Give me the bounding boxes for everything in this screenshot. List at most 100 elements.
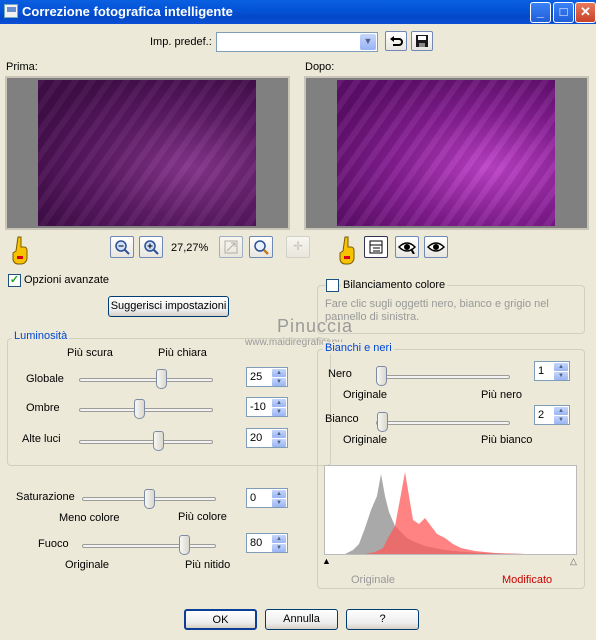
minimize-button[interactable]: _	[530, 2, 551, 23]
pointing-hand-icon[interactable]	[337, 236, 355, 266]
magnifier-plus-icon	[115, 240, 130, 255]
window-title: Correzione fotografica intelligente	[22, 4, 233, 19]
preset-dropdown[interactable]: ▼	[216, 32, 378, 52]
spin-down-icon[interactable]: ▼	[554, 372, 568, 380]
zoom-100-button[interactable]	[249, 236, 273, 258]
saturation-value: 0	[250, 492, 257, 504]
saturation-more-hint: Più colore	[178, 511, 227, 523]
highlights-label: Alte luci	[22, 433, 61, 445]
histogram-modified-label: Modificato	[502, 574, 553, 586]
spin-down-icon[interactable]: ▼	[272, 439, 286, 447]
white-value: 2	[538, 409, 545, 421]
eye-button[interactable]	[424, 236, 448, 258]
blacks-whites-legend: Bianchi e neri	[323, 342, 394, 354]
close-button[interactable]: ✕	[575, 2, 596, 23]
brightness-legend: Luminosità	[12, 330, 70, 342]
black-slider-thumb[interactable]	[376, 366, 387, 386]
before-label: Prima:	[6, 61, 38, 73]
global-slider-track[interactable]	[79, 378, 213, 382]
spin-up-icon[interactable]: ▲	[272, 369, 286, 377]
black-point-marker-icon[interactable]: ▲	[322, 556, 331, 566]
focus-original-hint: Originale	[65, 559, 110, 571]
help-button[interactable]: ?	[346, 609, 419, 630]
maximize-button[interactable]: □	[553, 2, 574, 23]
spin-up-icon[interactable]: ▲	[272, 399, 286, 407]
spin-down-icon[interactable]: ▼	[272, 378, 286, 386]
eye-dropper-button[interactable]	[395, 236, 419, 258]
brightness-lighter-hint: Più chiara	[158, 347, 207, 359]
spin-down-icon[interactable]: ▼	[272, 408, 286, 416]
focus-value: 80	[250, 537, 263, 549]
focus-slider-thumb[interactable]	[179, 535, 190, 555]
pointing-hand-icon[interactable]	[10, 236, 28, 266]
before-preview-image	[38, 80, 256, 226]
color-balance-label: Bilanciamento colore	[341, 279, 448, 291]
global-slider-thumb[interactable]	[156, 369, 167, 389]
undo-arrow-icon	[390, 36, 403, 46]
shadows-label: Ombre	[26, 402, 60, 414]
cancel-button[interactable]: Annulla	[265, 609, 338, 630]
black-original-hint: Originale	[343, 389, 388, 401]
fit-window-icon	[224, 240, 238, 254]
black-slider-track[interactable]	[376, 375, 510, 379]
ok-button[interactable]: OK	[184, 609, 257, 630]
black-more-hint: Più nero	[481, 389, 522, 401]
spin-down-icon[interactable]: ▼	[272, 544, 286, 552]
shadows-slider-thumb[interactable]	[134, 399, 145, 419]
spin-up-icon[interactable]: ▲	[554, 407, 568, 415]
advanced-options-checkbox[interactable]: ✓	[8, 274, 21, 287]
spin-down-icon[interactable]: ▼	[272, 499, 286, 507]
zoom-in-button[interactable]	[110, 236, 134, 258]
spin-up-icon[interactable]: ▲	[272, 430, 286, 438]
saturation-label: Saturazione	[16, 491, 75, 503]
white-slider-thumb[interactable]	[377, 412, 388, 432]
after-preview-panel[interactable]	[304, 76, 589, 230]
watermark-name: Pinuccia	[277, 316, 354, 336]
pan-button[interactable]: ✛	[286, 236, 310, 258]
undo-button[interactable]	[385, 31, 407, 51]
black-spinner[interactable]: 1 ▲ ▼	[534, 361, 570, 381]
save-preset-button[interactable]	[411, 31, 433, 51]
spin-up-icon[interactable]: ▲	[272, 490, 286, 498]
histogram	[324, 465, 577, 555]
zoom-out-button[interactable]	[139, 236, 163, 258]
black-value: 1	[538, 365, 545, 377]
highlights-spinner[interactable]: 20 ▲ ▼	[246, 428, 288, 448]
saturation-spinner[interactable]: 0 ▲ ▼	[246, 488, 288, 508]
black-label: Nero	[328, 368, 352, 380]
fit-window-button[interactable]	[219, 236, 243, 258]
magnifier-icon	[254, 240, 269, 255]
focus-slider-track[interactable]	[82, 544, 216, 548]
suggest-settings-button[interactable]: Suggerisci impostazioni	[108, 296, 229, 317]
spin-up-icon[interactable]: ▲	[272, 535, 286, 543]
floppy-disk-icon	[416, 35, 428, 47]
white-spinner[interactable]: 2 ▲ ▼	[534, 405, 570, 425]
eye-icon	[426, 242, 446, 252]
focus-sharper-hint: Più nitido	[185, 559, 231, 571]
white-slider-track[interactable]	[376, 421, 510, 425]
histogram-modified	[325, 472, 525, 554]
before-preview-panel[interactable]	[5, 76, 290, 230]
focus-label: Fuoco	[38, 538, 69, 550]
spin-down-icon[interactable]: ▼	[554, 416, 568, 424]
focus-spinner[interactable]: 80 ▲ ▼	[246, 533, 288, 553]
shadows-spinner[interactable]: -10 ▲ ▼	[246, 397, 288, 417]
chevron-down-icon: ▼	[360, 34, 376, 50]
brightness-darker-hint: Più scura	[67, 347, 113, 359]
highlights-slider-track[interactable]	[79, 440, 213, 444]
white-original-hint: Originale	[343, 434, 388, 446]
split-view-button[interactable]	[364, 236, 388, 258]
color-balance-checkbox[interactable]	[326, 279, 339, 292]
saturation-less-hint: Meno colore	[59, 512, 120, 524]
white-point-marker-icon[interactable]: △	[570, 556, 577, 567]
app-icon	[4, 4, 18, 18]
shadows-slider-track[interactable]	[79, 408, 213, 412]
white-more-hint: Più bianco	[481, 434, 533, 446]
spin-up-icon[interactable]: ▲	[554, 363, 568, 371]
global-spinner[interactable]: 25 ▲ ▼	[246, 367, 288, 387]
title-bar: Correzione fotografica intelligente _ □ …	[0, 0, 596, 24]
highlights-slider-thumb[interactable]	[153, 431, 164, 451]
saturation-slider-thumb[interactable]	[144, 489, 155, 509]
preset-label: Imp. predef.:	[150, 36, 212, 48]
magnifier-minus-icon	[144, 240, 159, 255]
